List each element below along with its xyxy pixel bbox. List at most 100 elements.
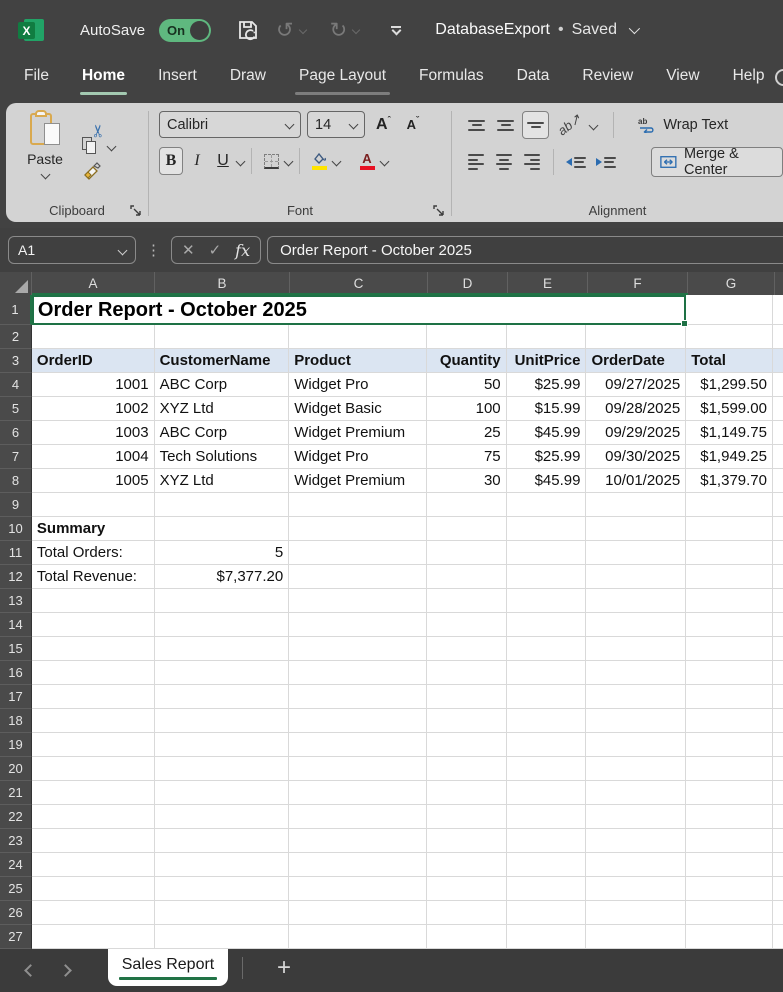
align-left-button[interactable] [464, 148, 488, 176]
cell[interactable] [586, 661, 686, 685]
select-all-button[interactable] [0, 272, 32, 295]
excel-logo-icon[interactable]: X [18, 17, 44, 43]
row-header-4[interactable]: 4 [0, 373, 32, 397]
formula-input[interactable]: Order Report - October 2025 [267, 236, 783, 264]
cell[interactable] [427, 709, 507, 733]
cell-C3[interactable]: Product [289, 349, 427, 373]
font-size-select[interactable]: 14 [307, 111, 365, 138]
cell-D6[interactable]: 25 [427, 421, 507, 445]
sheet-tab-sales-report[interactable]: Sales Report [108, 949, 228, 986]
row-header-20[interactable]: 20 [0, 757, 32, 781]
cell[interactable] [289, 613, 427, 637]
cell[interactable] [155, 781, 290, 805]
insert-function-icon[interactable]: fx [235, 241, 250, 260]
top-align-button[interactable] [464, 111, 489, 139]
row-header-7[interactable]: 7 [0, 445, 32, 469]
cell[interactable] [427, 661, 507, 685]
cell[interactable] [586, 805, 686, 829]
italic-button[interactable]: I [185, 147, 209, 175]
cell-D12[interactable] [427, 565, 507, 589]
cell[interactable] [686, 637, 773, 661]
cell[interactable] [586, 613, 686, 637]
fill-color-dropdown-icon[interactable] [332, 156, 342, 166]
cell[interactable] [32, 805, 155, 829]
cell[interactable] [32, 877, 155, 901]
orientation-button[interactable]: ab↗ [553, 111, 586, 139]
cell[interactable] [289, 637, 427, 661]
cell[interactable] [507, 637, 587, 661]
merge-center-button[interactable]: Merge & Center [651, 147, 783, 177]
cell-A4[interactable]: 1001 [32, 373, 155, 397]
row-header-23[interactable]: 23 [0, 829, 32, 853]
cell-C12[interactable] [289, 565, 427, 589]
cell-B7[interactable]: Tech Solutions [155, 445, 290, 469]
cell[interactable] [155, 589, 290, 613]
cell-F10[interactable] [586, 517, 686, 541]
row-header-2[interactable]: 2 [0, 325, 32, 349]
cell-H2[interactable] [773, 325, 783, 349]
column-header-H-partial[interactable] [775, 272, 783, 295]
cell-D9[interactable] [427, 493, 507, 517]
cell-G1[interactable] [686, 295, 773, 325]
cell[interactable] [155, 733, 290, 757]
cell-A7[interactable]: 1004 [32, 445, 155, 469]
increase-indent-button[interactable] [593, 148, 619, 176]
tab-file[interactable]: File [24, 67, 49, 89]
cell-D8[interactable]: 30 [427, 469, 507, 493]
cell[interactable] [686, 613, 773, 637]
cell[interactable] [686, 877, 773, 901]
cell[interactable] [289, 661, 427, 685]
cell[interactable] [773, 661, 783, 685]
cell-G10[interactable] [686, 517, 773, 541]
row-header-12[interactable]: 12 [0, 565, 32, 589]
copy-icon[interactable] [82, 137, 98, 155]
cell[interactable] [586, 853, 686, 877]
tab-formulas[interactable]: Formulas [419, 67, 484, 89]
cell-B8[interactable]: XYZ Ltd [155, 469, 290, 493]
cell[interactable] [289, 757, 427, 781]
cell-F2[interactable] [586, 325, 686, 349]
cell[interactable] [507, 925, 587, 949]
cell-B10[interactable] [155, 517, 290, 541]
cell-B12[interactable]: $7,377.20 [155, 565, 290, 589]
font-name-select[interactable]: Calibri [159, 111, 301, 138]
cell-H9[interactable] [773, 493, 783, 517]
cell[interactable] [155, 925, 290, 949]
cell-G6[interactable]: $1,149.75 [686, 421, 773, 445]
namebox-resize-handle[interactable]: ⋮ [146, 241, 161, 259]
cell[interactable] [773, 733, 783, 757]
cell-E6[interactable]: $45.99 [507, 421, 587, 445]
row-header-9[interactable]: 9 [0, 493, 32, 517]
cell-H8[interactable] [773, 469, 783, 493]
cell[interactable] [155, 709, 290, 733]
cell-A5[interactable]: 1002 [32, 397, 155, 421]
cell[interactable] [507, 733, 587, 757]
cell[interactable] [773, 637, 783, 661]
cell[interactable] [427, 829, 507, 853]
cell-G7[interactable]: $1,949.25 [686, 445, 773, 469]
cell[interactable] [686, 709, 773, 733]
cell-F6[interactable]: 09/29/2025 [586, 421, 686, 445]
cell[interactable] [289, 901, 427, 925]
redo-button[interactable]: ↻ [330, 20, 374, 41]
cell[interactable] [155, 685, 290, 709]
cell[interactable] [773, 685, 783, 709]
cell[interactable] [686, 853, 773, 877]
cell-H3[interactable] [773, 349, 783, 373]
row-header-3[interactable]: 3 [0, 349, 32, 373]
cell[interactable] [427, 637, 507, 661]
document-title[interactable]: DatabaseExport • Saved [435, 21, 637, 39]
borders-dropdown-icon[interactable] [284, 156, 294, 166]
font-color-button[interactable]: A [355, 147, 379, 175]
cell[interactable] [686, 805, 773, 829]
cell[interactable] [586, 901, 686, 925]
cell-F5[interactable]: 09/28/2025 [586, 397, 686, 421]
cell[interactable] [686, 757, 773, 781]
tab-home[interactable]: Home [82, 67, 125, 89]
cell-A11[interactable]: Total Orders: [32, 541, 155, 565]
cell-D10[interactable] [427, 517, 507, 541]
cell-C10[interactable] [289, 517, 427, 541]
cell[interactable] [155, 661, 290, 685]
cell-A8[interactable]: 1005 [32, 469, 155, 493]
cell[interactable] [507, 685, 587, 709]
